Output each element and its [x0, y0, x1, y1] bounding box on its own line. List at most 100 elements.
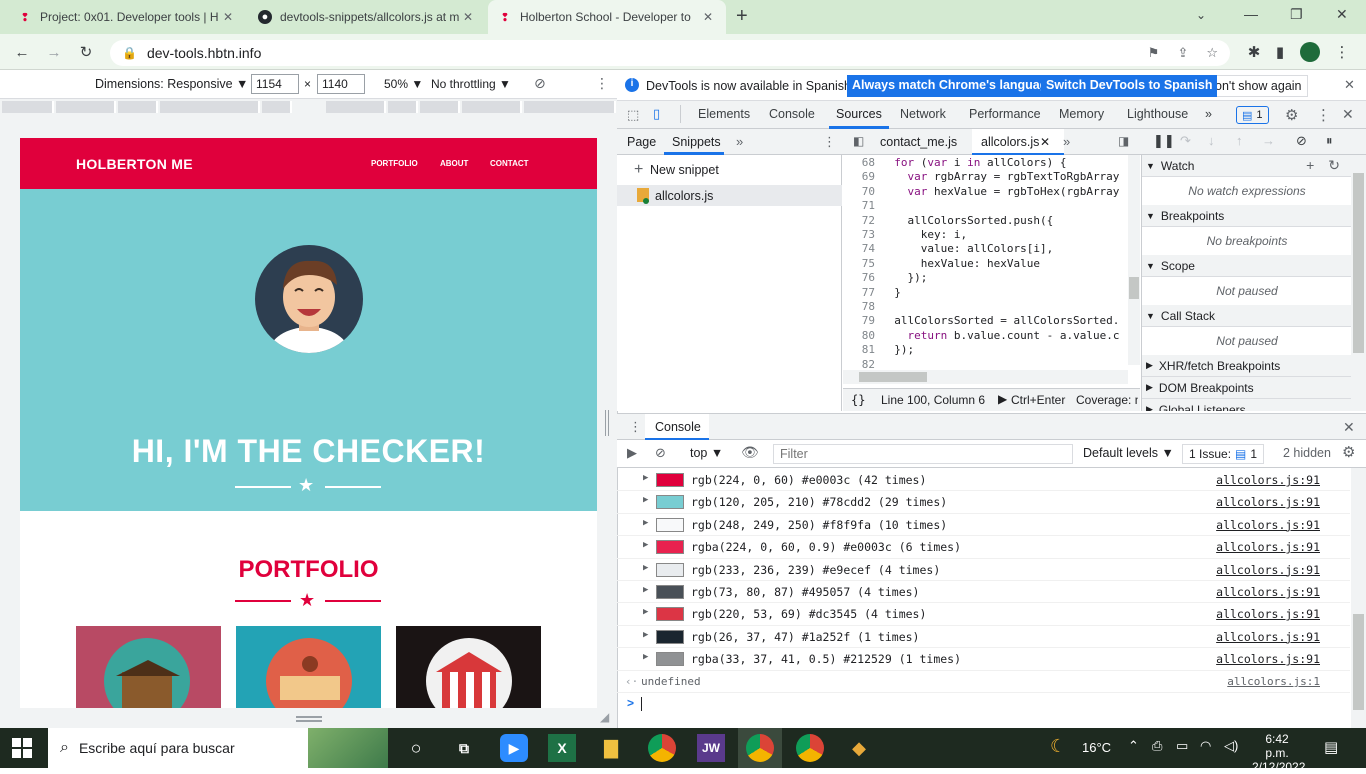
expand-triangle-icon[interactable]: ▶ [643, 495, 648, 505]
file-tab-contact-me[interactable]: contact_me.js [880, 135, 957, 149]
code-line[interactable]: 69 var rgbArray = rgbTextToRgbArray [843, 170, 1120, 184]
volume-icon[interactable]: ◁) [1224, 738, 1238, 754]
translate-icon[interactable]: ⚑ [1148, 45, 1160, 61]
chrome-profile-icon[interactable] [746, 734, 774, 762]
code-line[interactable]: 80 return b.value.count - a.value.c [843, 329, 1120, 343]
console-prompt[interactable]: > [617, 693, 1350, 715]
bookmark-star-icon[interactable]: ☆ [1206, 45, 1218, 61]
console-log-row[interactable]: ▶ rgb(224, 0, 60) #e0003c (42 times) allco… [617, 469, 1350, 492]
nav-about[interactable]: ABOUT [440, 159, 468, 168]
tray-chevron-icon[interactable]: ⌃ [1128, 738, 1139, 754]
code-line[interactable]: 81 }); [843, 343, 914, 357]
run-icon[interactable]: ▶ [998, 392, 1007, 406]
refresh-icon[interactable]: ↻ [1328, 157, 1340, 174]
expand-triangle-icon[interactable]: ▶ [643, 585, 648, 595]
expand-triangle-icon[interactable]: ▶ [643, 563, 648, 573]
nav-contact[interactable]: CONTACT [490, 159, 529, 168]
tab-network[interactable]: Network [900, 107, 946, 121]
console-log-row[interactable]: ▶ rgba(33, 37, 41, 0.5) #212529 (1 times)… [617, 648, 1350, 671]
line-number[interactable]: 71 [843, 199, 881, 213]
wifi-icon[interactable]: ◠ [1200, 738, 1211, 754]
dimensions-select[interactable]: Dimensions: Responsive ▼ [95, 77, 248, 91]
inspect-element-icon[interactable]: ⬚ [627, 107, 639, 123]
tab-search-icon[interactable]: ⌄ [1196, 8, 1206, 22]
tab-memory[interactable]: Memory [1059, 107, 1104, 121]
deactivate-breakpoints-icon[interactable]: ⊘ [1296, 133, 1307, 149]
expand-triangle-icon[interactable]: ▶ [643, 607, 648, 617]
navigator-tab-snippets[interactable]: Snippets [672, 135, 721, 149]
chrome-icon[interactable] [648, 734, 676, 762]
line-number[interactable]: 75 [843, 257, 881, 271]
new-tab-button[interactable]: + [736, 5, 748, 28]
git-app-icon[interactable]: ◆ [845, 734, 873, 762]
portfolio-item-circus[interactable] [396, 626, 541, 708]
debugger-scrollbar[interactable] [1351, 155, 1366, 411]
console-scrollbar[interactable] [1351, 468, 1366, 728]
line-number[interactable]: 79 [843, 314, 881, 328]
toggle-debugger-icon[interactable]: ◨ [1118, 134, 1129, 148]
line-number[interactable]: 80 [843, 329, 881, 343]
resize-handle-right[interactable] [605, 410, 609, 436]
breakpoints-section[interactable]: ▼ Breakpoints [1142, 205, 1351, 227]
source-link[interactable]: allcolors.js:91 [1216, 563, 1320, 577]
maximize-button[interactable]: ❐ [1290, 6, 1303, 23]
expand-triangle-icon[interactable]: ▶ [643, 630, 648, 640]
scope-section[interactable]: ▼ Scope [1142, 255, 1351, 277]
xhr-breakpoints-section[interactable]: ▶ XHR/fetch Breakpoints [1142, 355, 1351, 377]
console-log-row[interactable]: ▶ rgb(73, 80, 87) #495057 (4 times) allcol… [617, 581, 1350, 604]
back-arrow-icon[interactable]: ← [10, 40, 34, 64]
throttling-select[interactable]: No throttling ▼ [431, 77, 511, 91]
browser-tab-github[interactable]: ● devtools-snippets/allcolors.js at m ✕ [248, 0, 486, 34]
watch-section[interactable]: ▼ Watch + ↻ [1142, 155, 1351, 177]
source-link[interactable]: allcolors.js:91 [1216, 585, 1320, 599]
media-query-bar[interactable] [0, 99, 617, 116]
more-tabs-icon[interactable]: » [1205, 107, 1212, 121]
result-source-link[interactable]: allcolors.js:1 [1227, 675, 1320, 688]
navigator-menu-icon[interactable]: ⋮ [823, 134, 836, 150]
taskbar-search[interactable]: ⌕ Escribe aquí para buscar [48, 728, 388, 768]
line-number[interactable]: 73 [843, 228, 881, 242]
nav-portfolio[interactable]: PORTFOLIO [371, 159, 418, 168]
console-log-row[interactable]: ▶ rgb(248, 249, 250) #f8f9fa (10 times) al… [617, 514, 1350, 537]
line-number[interactable]: 68 [843, 156, 881, 170]
jw-app-icon[interactable]: JW [697, 734, 725, 762]
code-line[interactable]: 78 [843, 300, 881, 314]
pretty-print-button[interactable]: {} [851, 393, 865, 407]
tab-lighthouse[interactable]: Lighthouse [1127, 107, 1188, 121]
console-issues-button[interactable]: 1 Issue: ▤ 1 [1182, 444, 1265, 464]
expand-triangle-icon[interactable]: ▶ [643, 652, 648, 662]
code-editor[interactable]: 68 for (var i in allColors) {69 var rgbA… [843, 155, 1140, 371]
code-line[interactable]: 73 key: i, [843, 228, 967, 242]
code-line[interactable]: 77 } [843, 286, 901, 300]
code-line[interactable]: 79 allColorsSorted = allColorsSorted. [843, 314, 1120, 328]
rotate-disabled-icon[interactable]: ⊘ [534, 75, 546, 92]
line-number[interactable]: 72 [843, 214, 881, 228]
navigator-tab-page[interactable]: Page [627, 135, 656, 149]
portfolio-item-cake[interactable] [236, 626, 381, 708]
extensions-icon[interactable]: ✱ [1242, 40, 1266, 64]
chrome-profile-icon[interactable] [796, 734, 824, 762]
minimize-button[interactable]: — [1244, 6, 1258, 22]
device-more-icon[interactable]: ⋮ [595, 75, 609, 92]
reload-icon[interactable]: ↻ [74, 40, 98, 64]
code-line[interactable]: 68 for (var i in allColors) { [843, 156, 1067, 170]
console-log-row[interactable]: ▶ rgb(233, 236, 239) #e9ecef (4 times) all… [617, 559, 1350, 581]
portfolio-item-cabin[interactable] [76, 626, 221, 708]
tab-elements[interactable]: Elements [698, 107, 750, 121]
zoom-select[interactable]: 50% ▼ [384, 77, 423, 91]
console-log-row[interactable]: ▶ rgb(120, 205, 210) #78cdd2 (29 times) al… [617, 491, 1350, 514]
browser-tab-active[interactable]: ❢ Holberton School - Developer to ✕ [488, 0, 726, 34]
line-number[interactable]: 70 [843, 185, 881, 199]
expand-triangle-icon[interactable]: ▶ [643, 473, 648, 483]
device-toggle-icon[interactable]: ▯ [653, 106, 660, 122]
more-menu-icon[interactable]: ⋮ [1330, 40, 1354, 64]
battery-icon[interactable]: ▭ [1176, 738, 1188, 754]
step-icon[interactable]: → [1262, 133, 1275, 148]
console-log-row[interactable]: ▶ rgba(224, 0, 60, 0.9) #e0003c (6 times)… [617, 536, 1350, 559]
close-tab-icon[interactable]: ✕ [220, 10, 236, 24]
console-sidebar-icon[interactable]: ▶ [627, 445, 637, 461]
tab-sources[interactable]: Sources [836, 107, 882, 121]
customize-menu-icon[interactable]: ⋮ [1316, 106, 1331, 124]
step-out-icon[interactable]: ↑ [1236, 133, 1243, 148]
task-view-icon[interactable]: ⧉ [450, 734, 478, 762]
